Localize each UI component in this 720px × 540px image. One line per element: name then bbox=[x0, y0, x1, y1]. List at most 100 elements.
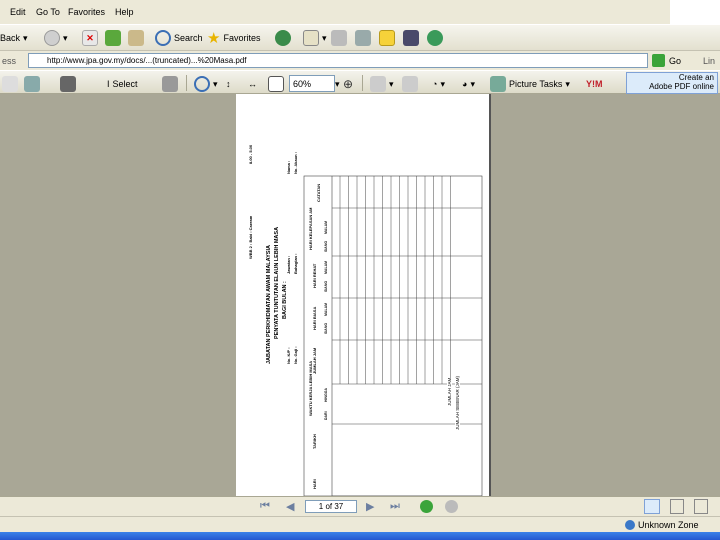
doc-wp: WBB 2 : Babi : Caream bbox=[248, 215, 253, 259]
discuss-icon bbox=[379, 30, 395, 46]
col-kelepasan-am: HARI KELEPASAN AM bbox=[308, 207, 313, 250]
menu-help[interactable]: Help bbox=[115, 7, 134, 17]
create-pdf-button[interactable]: Create an Adobe PDF online bbox=[626, 72, 718, 94]
page-number-input[interactable]: 1 of 37 bbox=[305, 500, 357, 513]
select-tool-button[interactable]: I Select bbox=[107, 74, 138, 94]
previous-page-icon[interactable]: ◀ bbox=[286, 500, 294, 513]
hand-icon bbox=[2, 76, 18, 92]
pdf-page: JABATAN PERKHIDMATAN AWAM MALAYSIA PENYA… bbox=[236, 94, 491, 496]
star-icon: ★ bbox=[207, 30, 221, 47]
yahoo-button[interactable]: Y!M bbox=[586, 74, 603, 94]
last-page-icon[interactable]: ⏭ bbox=[390, 500, 400, 513]
rotate-button[interactable]: ▾ bbox=[370, 74, 394, 94]
snapshot-button[interactable] bbox=[162, 74, 178, 94]
subcol-siang-1: SIANG bbox=[324, 322, 328, 334]
address-bar: ess http://www.jpa.gov.my/docs/...(trunc… bbox=[0, 50, 720, 70]
doc-title-line2: PENYATA TUNTUTAN ELAUN LEBIH MASA bbox=[274, 226, 280, 339]
page-display: 1 of 37 bbox=[318, 502, 344, 511]
messenger-icon bbox=[427, 30, 443, 46]
col-catatan: CATATAN bbox=[316, 183, 321, 202]
research-button[interactable] bbox=[403, 28, 419, 48]
continuous-icon[interactable] bbox=[670, 499, 684, 514]
zoom-add-button[interactable]: ⊕ bbox=[343, 74, 353, 94]
fit-height-button[interactable]: ↕ bbox=[226, 74, 231, 94]
links-button[interactable]: Lin bbox=[703, 56, 715, 66]
status-bar: Unknown Zone bbox=[0, 516, 720, 532]
tools-button[interactable] bbox=[402, 74, 418, 94]
go-arrow-icon[interactable] bbox=[652, 54, 665, 67]
col-hari-biasa: HARI BIASA bbox=[312, 306, 317, 330]
home-button[interactable] bbox=[128, 28, 144, 48]
next-view-icon[interactable] bbox=[445, 500, 458, 513]
address-input[interactable]: http://www.jpa.gov.my/docs/...(truncated… bbox=[28, 53, 648, 68]
fit-page-button[interactable] bbox=[268, 74, 284, 94]
next-page-icon[interactable]: ▶ bbox=[366, 500, 374, 513]
discuss-button[interactable] bbox=[379, 28, 395, 48]
col-jumlah-jam: JUMLAH JAM bbox=[312, 347, 317, 374]
search-icon bbox=[155, 30, 171, 46]
forward-icon bbox=[44, 30, 60, 46]
go-button[interactable]: Go bbox=[669, 56, 681, 66]
zoom-in-button[interactable]: ▾ bbox=[194, 74, 218, 94]
cursor-icon: I bbox=[107, 79, 110, 89]
back-button[interactable]: Back ▾ bbox=[0, 28, 28, 48]
refresh-button[interactable] bbox=[105, 28, 121, 48]
research-icon bbox=[403, 30, 419, 46]
search-button[interactable]: Search bbox=[155, 28, 203, 48]
zoom-icon bbox=[194, 76, 210, 92]
url-text: http://www.jpa.gov.my/docs/...(truncated… bbox=[47, 56, 247, 65]
picture-tasks-button[interactable]: Picture Tasks ▾ bbox=[490, 74, 570, 94]
menu-favorites[interactable]: Favorites bbox=[68, 7, 105, 17]
forward-button[interactable]: ▾ bbox=[44, 28, 68, 48]
print-icon bbox=[331, 30, 347, 46]
doc-bahagian: Bahagian : bbox=[293, 253, 298, 274]
next-view-button[interactable]: ◕ ▾ bbox=[462, 74, 475, 94]
yahoo-icon: Y!M bbox=[586, 79, 603, 89]
edit-icon bbox=[355, 30, 371, 46]
doc-no-gaji: No. Gaji : bbox=[293, 346, 298, 364]
mail-button[interactable]: ▾ bbox=[303, 28, 327, 48]
menu-edit[interactable]: Edit bbox=[10, 7, 26, 17]
home-icon bbox=[128, 30, 144, 46]
zoom-value: 60% bbox=[293, 78, 312, 89]
single-page-icon[interactable] bbox=[644, 499, 660, 514]
zoom-select[interactable]: 60% bbox=[289, 75, 335, 92]
first-page-icon[interactable]: ⏮ bbox=[260, 500, 270, 513]
pdf-viewer[interactable]: JABATAN PERKHIDMATAN AWAM MALAYSIA PENYA… bbox=[0, 94, 720, 496]
hand-tool-button[interactable] bbox=[2, 74, 18, 94]
chevron-down-icon: ▾ bbox=[565, 78, 570, 89]
chevron-down-icon: ▾ bbox=[322, 32, 327, 43]
doc-title-line1: JABATAN PERKHIDMATAN AWAM MALAYSIA bbox=[266, 245, 272, 364]
globe-icon bbox=[625, 520, 635, 530]
doc-jawatan: Jawatan : bbox=[286, 255, 291, 274]
toolbar-separator bbox=[186, 75, 187, 91]
previous-view-button[interactable]: ◔ ▾ bbox=[432, 74, 445, 94]
favorites-label: Favorites bbox=[223, 33, 261, 43]
messenger-button[interactable] bbox=[427, 28, 443, 48]
search-label: Search bbox=[174, 33, 203, 43]
stop-button[interactable]: ✕ bbox=[82, 28, 98, 48]
print-button[interactable] bbox=[331, 28, 347, 48]
previous-view-icon[interactable] bbox=[420, 500, 433, 513]
fit-width-button[interactable]: ↔ bbox=[248, 74, 257, 94]
previous-view-icon: ◔ bbox=[432, 79, 438, 89]
menu-go-to[interactable]: Go To bbox=[36, 7, 60, 17]
tools-icon bbox=[402, 76, 418, 92]
find-button[interactable] bbox=[60, 74, 76, 94]
zoom-dropdown[interactable]: ▾ bbox=[335, 74, 340, 94]
edit-button[interactable] bbox=[355, 28, 371, 48]
favorites-button[interactable]: ★ Favorites bbox=[207, 28, 260, 48]
address-label: ess bbox=[2, 56, 17, 66]
fit-width-icon: ↔ bbox=[248, 79, 257, 89]
doc-no-akaun: No. Akaun : bbox=[293, 151, 298, 174]
subcol-malam-2: MALAM bbox=[324, 260, 328, 274]
facing-icon[interactable] bbox=[694, 499, 708, 514]
picture-icon bbox=[490, 76, 506, 92]
page-navigation-bar: ⏮ ◀ 1 of 37 ▶ ⏭ bbox=[0, 496, 720, 516]
save-button[interactable] bbox=[24, 74, 40, 94]
zone-indicator: Unknown Zone bbox=[625, 520, 699, 530]
history-button[interactable] bbox=[275, 28, 291, 48]
plus-circle-icon: ⊕ bbox=[343, 77, 354, 91]
pdf-toolbar: I Select ▾ ↕ ↔ 60% ▾ ⊕ ▾ ◔ ▾ ◕ ▾ Picture Ta… bbox=[0, 70, 720, 94]
next-view-icon: ◕ bbox=[462, 79, 468, 89]
